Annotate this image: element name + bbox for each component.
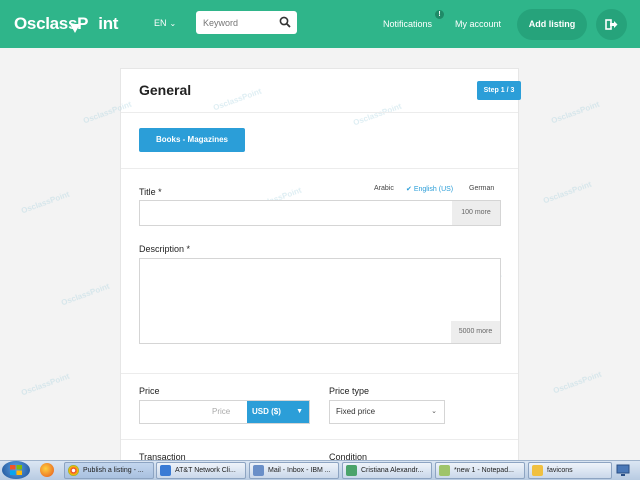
notification-badge: ! [435,10,444,19]
lang-tab-german[interactable]: German [469,185,494,192]
divider [121,112,518,113]
currency-select[interactable]: USD ($) ▼ [247,401,309,423]
watermark: OsclassPoint [551,369,603,396]
language-selector[interactable]: EN ⌄ [154,18,176,28]
section-title: General [139,82,192,98]
price-label: Price [139,386,160,396]
notepad-icon [439,465,450,476]
folder-icon [532,465,543,476]
chevron-down-icon: ⌄ [169,19,177,28]
mail-icon [253,465,264,476]
title-char-counter: 100 more [452,201,500,225]
lang-tab-arabic[interactable]: Arabic [374,185,394,192]
watermark: OsclassPoint [549,99,601,126]
network-client-icon [160,465,171,476]
taskbar-item-mail[interactable]: Mail - Inbox - IBM ... [249,462,339,479]
my-account-link[interactable]: My account [455,19,501,29]
logout-icon [605,19,618,30]
price-type-label: Price type [329,386,370,396]
taskbar-item-favicons[interactable]: favicons [528,462,612,479]
search-input[interactable] [196,11,276,34]
divider [121,439,518,440]
divider [121,373,518,374]
description-char-counter: 5000 more [451,321,500,343]
description-label: Description * [139,244,191,254]
title-label: Title * [139,187,162,197]
site-logo[interactable]: OsclassPoint [14,14,118,34]
check-icon: ✔ [406,186,412,193]
title-input[interactable] [139,200,501,226]
lang-tab-english[interactable]: ✔ English (US) [406,185,453,193]
firefox-icon[interactable] [40,463,54,477]
taskbar-item-att[interactable]: AT&T Network Cli... [156,462,246,479]
add-listing-button[interactable]: Add listing [517,9,587,40]
watermark: OsclassPoint [59,281,111,308]
watermark: OsclassPoint [19,371,71,398]
logo-pin-icon [70,24,80,33]
price-type-select[interactable]: Fixed price ⌄ [329,400,445,424]
divider [121,168,518,169]
windows-logo-icon [10,465,22,475]
taskbar-item-browser[interactable]: Publish a listing - ... [64,462,154,479]
watermark: OsclassPoint [19,189,71,216]
category-button[interactable]: Books - Magazines [139,128,245,152]
network-icon [616,464,630,476]
description-textarea[interactable] [139,258,501,344]
notifications-link[interactable]: Notifications [383,19,432,29]
chat-icon [346,465,357,476]
search-box [196,11,297,34]
logout-button[interactable] [596,9,627,40]
step-badge: Step 1 / 3 [477,81,521,100]
taskbar-item-chat[interactable]: Cristiana Alexandr... [342,462,432,479]
chevron-down-icon: ▼ [296,408,303,415]
chevron-down-icon: ⌄ [431,408,437,415]
taskbar-item-notepad[interactable]: *new 1 - Notepad... [435,462,525,479]
price-placeholder: Price [212,407,231,416]
chrome-icon [68,465,79,476]
system-tray[interactable] [616,463,636,477]
watermark: OsclassPoint [541,179,593,206]
search-icon[interactable] [279,16,291,28]
start-button[interactable] [2,461,30,479]
